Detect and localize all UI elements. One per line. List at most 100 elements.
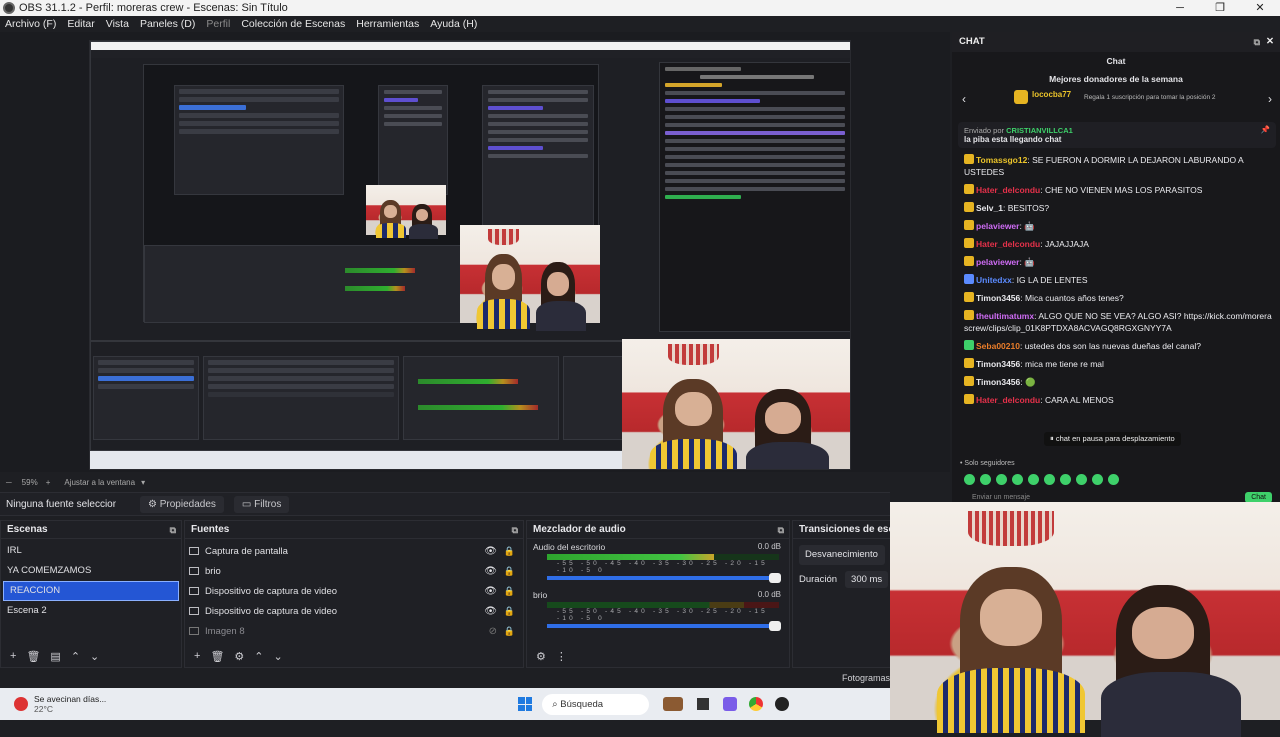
eye-icon[interactable]: 👁 bbox=[484, 586, 497, 597]
weather-icon[interactable] bbox=[14, 697, 28, 711]
file-explorer-icon[interactable] bbox=[697, 698, 710, 710]
source-item[interactable]: Imagen 8 ⊘ 🔒 bbox=[185, 621, 523, 641]
chat-username[interactable]: Selv_1 bbox=[976, 203, 1003, 213]
obs-taskbar-icon[interactable] bbox=[775, 697, 790, 711]
eye-icon[interactable]: 👁 bbox=[484, 606, 497, 617]
emote-icon[interactable] bbox=[1092, 474, 1103, 485]
chat-username[interactable]: Tomassgo12 bbox=[976, 155, 1027, 165]
chevron-up-icon[interactable]: ⌃ bbox=[254, 650, 263, 663]
windows-start-icon[interactable] bbox=[518, 697, 533, 711]
lock-icon[interactable]: 🔒 bbox=[504, 586, 515, 597]
fit-to-window-dropdown[interactable]: Ajustar a la ventana bbox=[64, 478, 135, 487]
chevron-up-icon[interactable]: ⌃ bbox=[71, 650, 80, 663]
minimize-button[interactable]: ─ bbox=[1160, 0, 1200, 16]
menu-coleccion-escenas[interactable]: Colección de Escenas bbox=[241, 18, 345, 30]
scene-item-irl[interactable]: IRL bbox=[1, 541, 181, 561]
lock-icon[interactable]: 🔒 bbox=[504, 566, 515, 577]
chat-username[interactable]: pelaviewer bbox=[976, 257, 1019, 267]
emote-icon[interactable] bbox=[996, 474, 1007, 485]
zoom-out-icon[interactable]: ─ bbox=[6, 478, 12, 487]
gear-icon[interactable]: ⚙ bbox=[536, 650, 546, 663]
chevron-down-icon[interactable]: ⌄ bbox=[90, 650, 99, 663]
taskbar-search[interactable]: ⌕ Búsqueda bbox=[542, 693, 650, 715]
add-source-icon[interactable]: + bbox=[194, 650, 200, 662]
chevron-right-icon[interactable]: › bbox=[1268, 92, 1272, 106]
weather-widget[interactable]: Se avecinan días... 22°C bbox=[34, 694, 106, 714]
menu-perfil[interactable]: Perfil bbox=[206, 18, 230, 30]
source-item[interactable]: Dispositivo de captura de video 👁 🔒 bbox=[185, 581, 523, 601]
source-item[interactable]: brio 👁 🔒 bbox=[185, 561, 523, 581]
chevron-down-icon[interactable]: ⌄ bbox=[274, 650, 283, 663]
volume-slider-brio[interactable] bbox=[547, 621, 781, 631]
undock-icon[interactable]: ⧉ bbox=[170, 521, 176, 539]
lock-icon[interactable]: 🔒 bbox=[504, 546, 515, 557]
chat-username[interactable]: Timon3456 bbox=[976, 359, 1020, 369]
filter-icon[interactable]: ▤ bbox=[50, 650, 60, 663]
emote-icon[interactable] bbox=[1076, 474, 1087, 485]
more-options-icon[interactable]: ⋮ bbox=[556, 650, 567, 663]
source-item[interactable]: Dispositivo de captura de video 👁 🔒 bbox=[185, 601, 523, 621]
zoom-in-icon[interactable]: + bbox=[46, 478, 51, 487]
trash-icon[interactable]: 🗑 bbox=[210, 650, 224, 663]
emote-icon[interactable] bbox=[1060, 474, 1071, 485]
filters-button[interactable]: ▭ Filtros bbox=[233, 495, 290, 513]
emote-icon[interactable] bbox=[1028, 474, 1039, 485]
taskbar-app-icon[interactable] bbox=[663, 697, 684, 711]
undock-icon[interactable]: ⧉ bbox=[512, 521, 518, 539]
pin-icon[interactable]: 📌 bbox=[1261, 125, 1270, 134]
properties-button[interactable]: ⚙ Propiedades bbox=[140, 495, 224, 513]
undock-icon[interactable]: ⧉ bbox=[1254, 32, 1260, 52]
emote-icon[interactable] bbox=[1108, 474, 1119, 485]
menu-vista[interactable]: Vista bbox=[106, 18, 129, 30]
chat-username[interactable]: Hater_delcondu bbox=[976, 185, 1040, 195]
scene-item-reaccion[interactable]: REACCION bbox=[3, 581, 179, 601]
preview-canvas[interactable] bbox=[89, 40, 851, 470]
menu-archivo[interactable]: Archivo (F) bbox=[5, 18, 56, 30]
eye-icon[interactable]: 👁 bbox=[484, 566, 497, 577]
emote-icon[interactable] bbox=[980, 474, 991, 485]
chat-username[interactable]: pelaviewer bbox=[976, 221, 1019, 231]
chat-username[interactable]: theultimatumx bbox=[976, 311, 1034, 321]
chrome-icon[interactable] bbox=[749, 697, 764, 711]
user-badge-icon bbox=[964, 340, 974, 350]
scene-item-escena-2[interactable]: Escena 2 bbox=[1, 601, 181, 621]
lock-icon[interactable]: 🔒 bbox=[504, 626, 515, 637]
emote-icon[interactable] bbox=[1012, 474, 1023, 485]
close-icon[interactable]: ✕ bbox=[1266, 32, 1274, 52]
chevron-left-icon[interactable]: ‹ bbox=[962, 92, 966, 106]
duration-input[interactable]: 300 ms bbox=[845, 571, 889, 588]
menu-editar[interactable]: Editar bbox=[67, 18, 94, 30]
source-item[interactable]: Captura de pantalla 👁 🔒 bbox=[185, 541, 523, 561]
undock-icon[interactable]: ⧉ bbox=[778, 521, 784, 539]
lock-icon[interactable]: 🔒 bbox=[504, 606, 515, 617]
copilot-icon[interactable] bbox=[723, 697, 738, 711]
volume-slider-desktop[interactable] bbox=[547, 573, 781, 583]
chat-username[interactable]: Hater_delcondu bbox=[976, 239, 1040, 249]
slider-handle[interactable] bbox=[769, 573, 781, 583]
gear-icon[interactable]: ⚙ bbox=[234, 650, 244, 663]
chat-username[interactable]: Unitedxx bbox=[976, 275, 1012, 285]
chat-input[interactable]: Enviar un mensaje bbox=[972, 494, 1030, 501]
chat-username[interactable]: Seba00210 bbox=[976, 341, 1020, 351]
eye-icon[interactable]: 👁 bbox=[484, 546, 497, 557]
slider-handle[interactable] bbox=[769, 621, 781, 631]
scene-item-ya-comemzamos[interactable]: YA COMEMZAMOS bbox=[1, 561, 181, 581]
close-button[interactable]: ✕ bbox=[1240, 0, 1280, 16]
eye-slash-icon[interactable]: ⊘ bbox=[489, 626, 497, 637]
transition-select[interactable]: Desvanecimiento bbox=[799, 545, 885, 565]
emote-icon[interactable] bbox=[1044, 474, 1055, 485]
menu-ayuda[interactable]: Ayuda (H) bbox=[430, 18, 477, 30]
trash-icon[interactable]: 🗑 bbox=[26, 650, 40, 663]
chat-paused-notice[interactable]: ⏸ chat en pausa para desplazamiento bbox=[1044, 432, 1181, 446]
add-scene-icon[interactable]: + bbox=[10, 650, 16, 662]
chevron-down-icon[interactable]: ▾ bbox=[141, 478, 145, 487]
window-title: OBS 31.1.2 - Perfil: moreras crew - Esce… bbox=[19, 2, 288, 14]
menu-herramientas[interactable]: Herramientas bbox=[356, 18, 419, 30]
chat-username[interactable]: Hater_delcondu bbox=[976, 395, 1040, 405]
maximize-button[interactable]: ❐ bbox=[1200, 0, 1240, 16]
menu-paneles[interactable]: Paneles (D) bbox=[140, 18, 195, 30]
chat-username[interactable]: Timon3456 bbox=[976, 293, 1020, 303]
emote-icon[interactable] bbox=[964, 474, 975, 485]
chat-text: mica me tiene re mal bbox=[1025, 359, 1104, 369]
chat-username[interactable]: Timon3456 bbox=[976, 377, 1020, 387]
